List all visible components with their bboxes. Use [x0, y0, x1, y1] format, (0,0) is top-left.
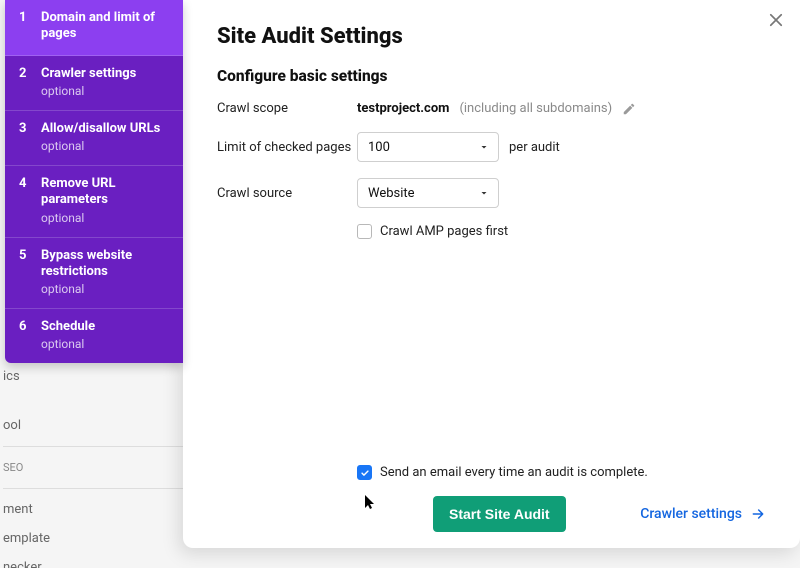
step-number: 2	[19, 66, 29, 81]
close-icon	[767, 11, 785, 29]
step-optional: optional	[41, 84, 136, 98]
modal-content: Site Audit Settings Configure basic sett…	[183, 0, 800, 239]
crawl-scope-note: (including all subdomains)	[459, 101, 612, 116]
step-title: Allow/disallow URLs	[41, 121, 160, 137]
pencil-icon	[622, 102, 636, 116]
label-crawl-scope: Crawl scope	[217, 101, 357, 116]
page-title: Site Audit Settings	[217, 24, 766, 49]
limit-pages-select[interactable]: 100	[357, 132, 499, 162]
step-crawler-settings[interactable]: 2 Crawler settings optional	[5, 56, 183, 111]
email-label: Send an email every time an audit is com…	[380, 465, 648, 480]
step-number: 3	[19, 121, 29, 136]
step-number: 6	[19, 319, 29, 334]
row-crawl-scope: Crawl scope testproject.com (including a…	[217, 101, 766, 116]
step-bypass-restrictions[interactable]: 5 Bypass website restrictions optional	[5, 238, 183, 310]
close-button[interactable]	[764, 8, 788, 32]
amp-checkbox[interactable]	[357, 224, 372, 239]
email-checkbox[interactable]	[357, 465, 372, 480]
step-number: 5	[19, 248, 29, 263]
limit-pages-value: 100	[368, 140, 390, 155]
section-title: Configure basic settings	[217, 67, 766, 85]
modal-footer: Send an email every time an audit is com…	[183, 465, 800, 532]
step-remove-url-params[interactable]: 4 Remove URL parameters optional	[5, 166, 183, 238]
step-number: 1	[19, 10, 29, 25]
row-amp: Crawl AMP pages first	[357, 224, 766, 239]
label-limit-pages: Limit of checked pages	[217, 140, 357, 155]
step-optional: optional	[41, 139, 160, 153]
step-domain-limit[interactable]: 1 Domain and limit of pages	[5, 0, 183, 56]
step-title: Bypass website restrictions	[41, 248, 171, 281]
amp-label: Crawl AMP pages first	[380, 224, 508, 239]
label-crawl-source: Crawl source	[217, 186, 357, 201]
row-limit-pages: Limit of checked pages 100 per audit	[217, 132, 766, 162]
chevron-down-icon	[478, 187, 490, 199]
step-schedule[interactable]: 6 Schedule optional	[5, 309, 183, 363]
step-optional: optional	[41, 282, 171, 296]
wizard-sidebar: 1 Domain and limit of pages 2 Crawler se…	[5, 0, 183, 363]
step-number: 4	[19, 176, 29, 191]
check-icon	[360, 468, 370, 478]
step-title: Schedule	[41, 319, 95, 335]
start-audit-button[interactable]: Start Site Audit	[433, 496, 566, 532]
settings-modal: Site Audit Settings Configure basic sett…	[183, 0, 800, 548]
limit-pages-suffix: per audit	[509, 140, 560, 155]
crawl-source-select[interactable]: Website	[357, 178, 499, 208]
crawl-scope-domain: testproject.com	[357, 101, 449, 116]
crawl-source-value: Website	[368, 186, 415, 201]
step-optional: optional	[41, 211, 171, 225]
next-step-link[interactable]: Crawler settings	[640, 506, 766, 522]
arrow-right-icon	[750, 506, 766, 522]
step-title: Domain and limit of pages	[41, 10, 171, 43]
edit-scope-button[interactable]	[622, 102, 636, 116]
next-step-label: Crawler settings	[640, 506, 742, 522]
row-crawl-source: Crawl source Website	[217, 178, 766, 208]
step-title: Crawler settings	[41, 66, 136, 82]
step-title: Remove URL parameters	[41, 176, 171, 209]
step-allow-disallow[interactable]: 3 Allow/disallow URLs optional	[5, 111, 183, 166]
chevron-down-icon	[478, 141, 490, 153]
step-optional: optional	[41, 337, 95, 351]
